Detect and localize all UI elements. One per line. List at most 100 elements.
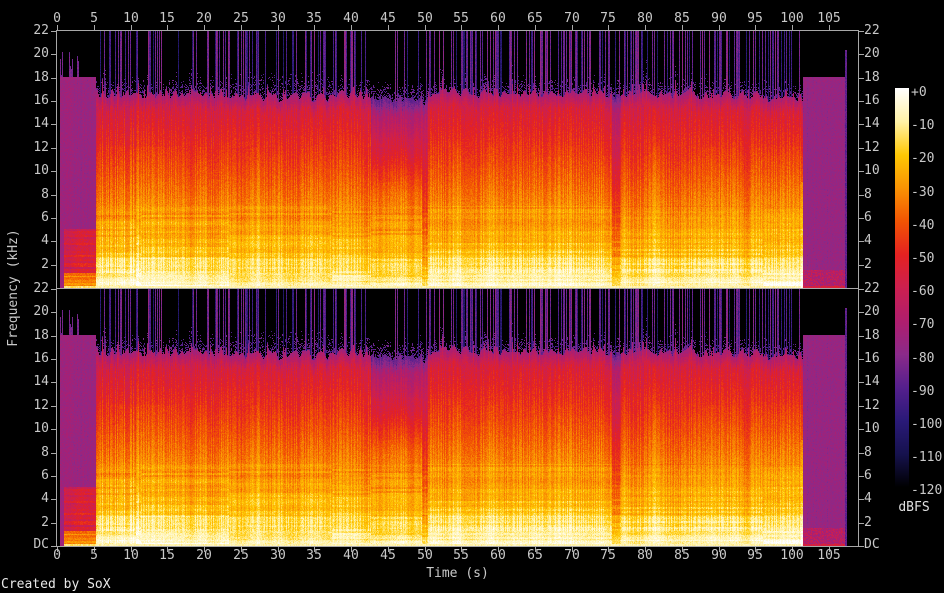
freq-tick	[51, 54, 56, 55]
time-tick-label: 70	[564, 11, 580, 26]
freq-tick-label: 8	[864, 187, 872, 202]
time-tick-label: 35	[306, 548, 322, 563]
colorbar-tick-label: -120	[911, 483, 943, 499]
colorbar-tick-label: -80	[911, 350, 935, 366]
time-tick-label: 30	[270, 11, 286, 26]
freq-tick-label: 2	[41, 515, 49, 530]
credit-text: Created by SoX	[1, 577, 111, 592]
time-tick-label: 50	[417, 548, 433, 563]
time-tick-label: 40	[343, 548, 359, 563]
time-tick-label: 80	[637, 548, 653, 563]
freq-tick-label: 6	[864, 468, 872, 483]
time-tick-label: 65	[527, 548, 543, 563]
freq-tick-label: 8	[41, 187, 49, 202]
freq-tick-label: 4	[41, 491, 49, 506]
freq-tick-label: 12	[33, 398, 49, 413]
time-tick-label: 25	[233, 11, 249, 26]
time-tick-label: 15	[159, 11, 175, 26]
time-tick-label: 40	[343, 11, 359, 26]
freq-tick-label: 4	[864, 233, 872, 248]
freq-tick-label: 20	[33, 46, 49, 61]
freq-tick-label: 18	[864, 328, 880, 343]
time-tick-label: 60	[490, 548, 506, 563]
colorbar-unit-label: dBFS	[898, 500, 930, 515]
freq-tick	[51, 453, 56, 454]
time-tick-label: 55	[453, 548, 469, 563]
freq-tick-label-dc: DC	[864, 537, 880, 552]
freq-tick	[51, 78, 56, 79]
freq-tick-label-dc: DC	[33, 537, 49, 552]
time-tick-label: 50	[417, 11, 433, 26]
time-tick-label: 75	[600, 548, 616, 563]
time-tick-label: 70	[564, 548, 580, 563]
time-tick-label: 85	[674, 548, 690, 563]
freq-tick	[51, 241, 56, 242]
freq-tick-label: 8	[41, 445, 49, 460]
freq-tick-label: 2	[41, 257, 49, 272]
freq-tick-label: 22	[33, 281, 49, 296]
time-tick-label: 80	[637, 11, 653, 26]
freq-tick	[51, 101, 56, 102]
colorbar-tick-label: -100	[911, 417, 943, 432]
freq-tick	[51, 265, 56, 266]
time-tick-label: 95	[747, 11, 763, 26]
freq-tick	[51, 289, 56, 290]
time-tick-label: 25	[233, 548, 249, 563]
freq-tick-label: 16	[864, 93, 880, 108]
freq-tick-label: 22	[33, 23, 49, 38]
colorbar-tick-label: -20	[911, 151, 935, 167]
freq-tick	[51, 312, 56, 313]
time-tick-label: 5	[90, 548, 98, 563]
axis-line-junction	[56, 288, 859, 289]
freq-tick	[51, 195, 56, 196]
freq-tick-label: 12	[864, 398, 880, 413]
colorbar-tick-label: -50	[911, 251, 935, 266]
freq-tick	[51, 382, 56, 383]
time-tick-label: 45	[380, 548, 396, 563]
time-tick-label: 65	[527, 11, 543, 26]
freq-tick	[51, 148, 56, 149]
time-tick-label: 105	[817, 548, 841, 563]
freq-tick	[51, 359, 56, 360]
time-axis-title: Time (s)	[426, 566, 489, 581]
freq-tick-label: 22	[864, 281, 880, 296]
freq-tick-label: 22	[864, 23, 880, 38]
time-tick-label: 100	[780, 548, 804, 563]
sox-spectrogram-image: Frequency (kHz) 0 0 5 5 10 10 15 15 20 20 25 25 30 30…	[0, 0, 944, 593]
colorbar-tick-label: +0	[911, 85, 927, 100]
time-tick-label: 60	[490, 11, 506, 26]
freq-tick-label: 20	[864, 46, 880, 61]
time-tick-label: 10	[123, 11, 139, 26]
time-tick-label: 10	[123, 548, 139, 563]
freq-tick-label: 14	[33, 374, 49, 389]
time-tick-label: 90	[711, 11, 727, 26]
freq-tick	[51, 476, 56, 477]
time-tick-label: 20	[196, 548, 212, 563]
freq-tick-label: 10	[33, 163, 49, 178]
colorbar-tick-label: -30	[911, 184, 935, 200]
axis-line-left	[56, 30, 57, 547]
colorbar	[895, 88, 909, 488]
freq-tick-label: 6	[864, 210, 872, 225]
freq-tick-label: 18	[33, 70, 49, 85]
freq-tick	[51, 546, 56, 547]
time-tick-label: 100	[780, 11, 804, 26]
colorbar-tick-label: -10	[911, 118, 935, 134]
freq-tick	[51, 31, 56, 32]
time-tick-label: 95	[747, 548, 763, 563]
time-tick-label: 30	[270, 548, 286, 563]
freq-tick-label: 14	[864, 116, 880, 131]
time-tick-label: 55	[453, 11, 469, 26]
freq-tick-label: 12	[33, 140, 49, 155]
freq-tick-label: 14	[864, 374, 880, 389]
time-tick-label: 20	[196, 11, 212, 26]
spectrogram-channel-1	[57, 31, 858, 288]
freq-tick-label: 12	[864, 140, 880, 155]
freq-tick-label: 18	[864, 70, 880, 85]
freq-tick-label: 10	[33, 421, 49, 436]
freq-tick-label: 20	[864, 304, 880, 319]
freq-tick	[51, 499, 56, 500]
time-tick-label: 15	[159, 548, 175, 563]
axis-line-bottom	[56, 546, 859, 547]
freq-tick-label: 16	[33, 93, 49, 108]
